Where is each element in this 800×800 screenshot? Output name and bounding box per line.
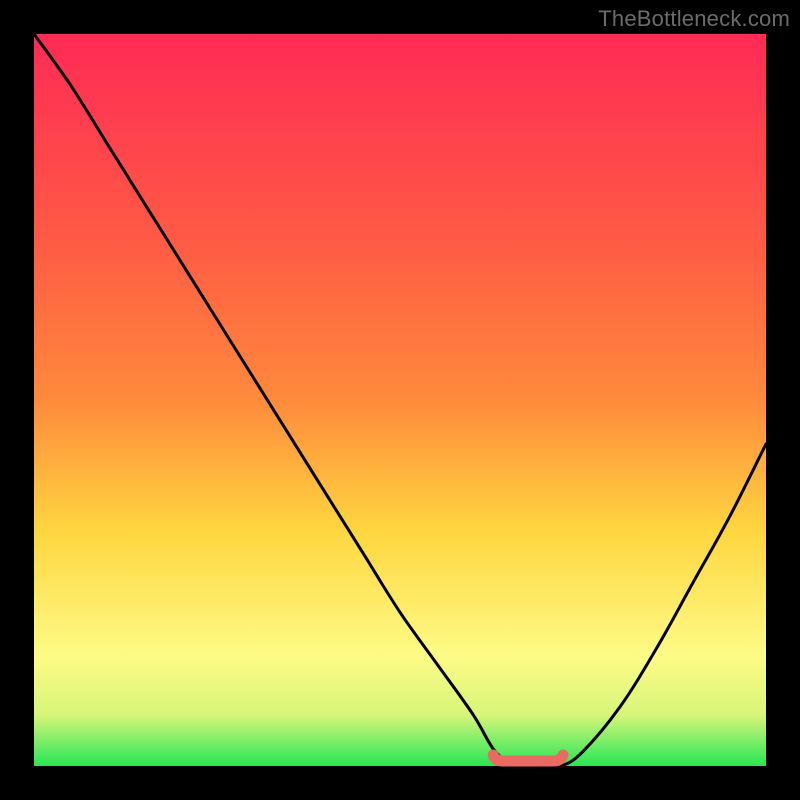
plot-background [34,34,766,766]
bottleneck-chart [0,0,800,800]
chart-canvas: TheBottleneck.com [0,0,800,800]
optimal-range-marker [493,755,563,761]
